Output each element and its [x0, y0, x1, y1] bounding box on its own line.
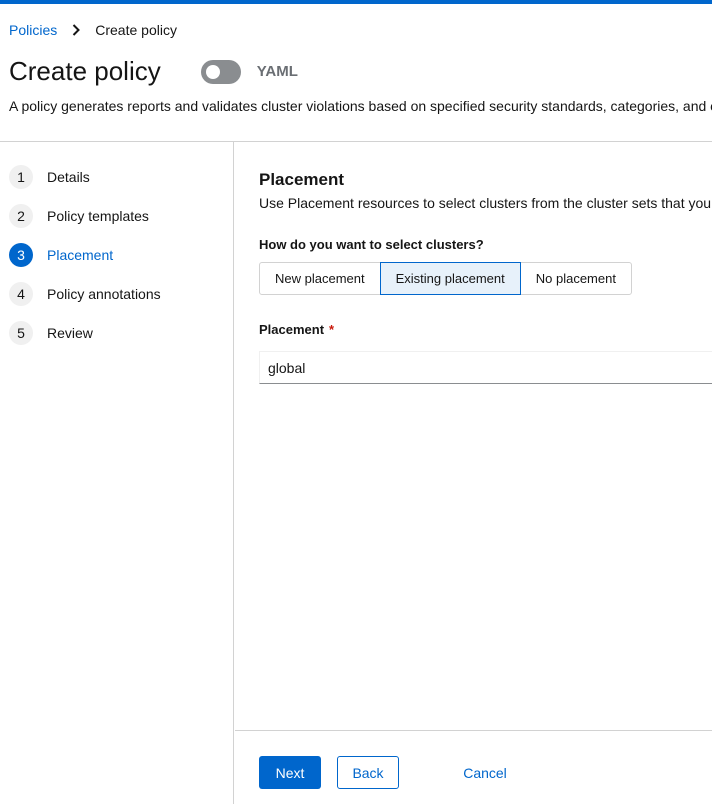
placement-input-value: global: [268, 359, 306, 376]
yaml-toggle-label: YAML: [256, 63, 298, 80]
step-number: 1: [9, 165, 33, 189]
breadcrumb-link-policies[interactable]: Policies: [9, 22, 57, 38]
step-label: Policy templates: [47, 208, 149, 224]
title-row: Create policy YAML: [9, 56, 298, 87]
step-label: Policy annotations: [47, 286, 161, 302]
back-button[interactable]: Back: [337, 756, 399, 789]
breadcrumb: Policies Create policy: [9, 22, 177, 38]
section-description: Use Placement resources to select cluste…: [259, 195, 712, 211]
cancel-button[interactable]: Cancel: [459, 756, 511, 789]
step-label: Review: [47, 325, 93, 341]
placement-option-group: New placement Existing placement No plac…: [259, 262, 632, 295]
wizard-step-policy-annotations[interactable]: 4 Policy annotations: [9, 282, 161, 306]
required-marker: *: [329, 322, 335, 337]
step-number: 3: [9, 243, 33, 267]
yaml-toggle-switch[interactable]: [200, 59, 241, 84]
wizard-nav: 1 Details 2 Policy templates 3 Placement…: [0, 142, 234, 804]
no-placement-button[interactable]: No placement: [519, 262, 632, 295]
select-clusters-question: How do you want to select clusters?: [259, 237, 484, 252]
placement-input[interactable]: global: [259, 351, 712, 384]
step-label: Placement: [47, 247, 114, 263]
placement-field-label: Placement *: [259, 322, 334, 337]
new-placement-button[interactable]: New placement: [259, 262, 381, 295]
top-accent-bar: [0, 0, 712, 4]
wizard-footer: Next Back Cancel: [235, 730, 712, 804]
step-number: 2: [9, 204, 33, 228]
step-number: 4: [9, 282, 33, 306]
existing-placement-button[interactable]: Existing placement: [379, 262, 521, 295]
toggle-knob: [205, 64, 220, 79]
chevron-right-icon: [69, 23, 83, 37]
page-description: A policy generates reports and validates…: [9, 98, 712, 114]
placement-label-text: Placement: [259, 322, 325, 337]
wizard-step-placement[interactable]: 3 Placement: [9, 243, 113, 267]
wizard-step-details[interactable]: 1 Details: [9, 165, 90, 189]
step-label: Details: [47, 169, 90, 185]
next-button[interactable]: Next: [259, 756, 321, 789]
page-title: Create policy: [9, 56, 161, 86]
breadcrumb-current: Create policy: [95, 22, 177, 38]
wizard-step-policy-templates[interactable]: 2 Policy templates: [9, 204, 149, 228]
section-title: Placement: [259, 170, 345, 189]
wizard-step-review[interactable]: 5 Review: [9, 321, 93, 345]
step-number: 5: [9, 321, 33, 345]
